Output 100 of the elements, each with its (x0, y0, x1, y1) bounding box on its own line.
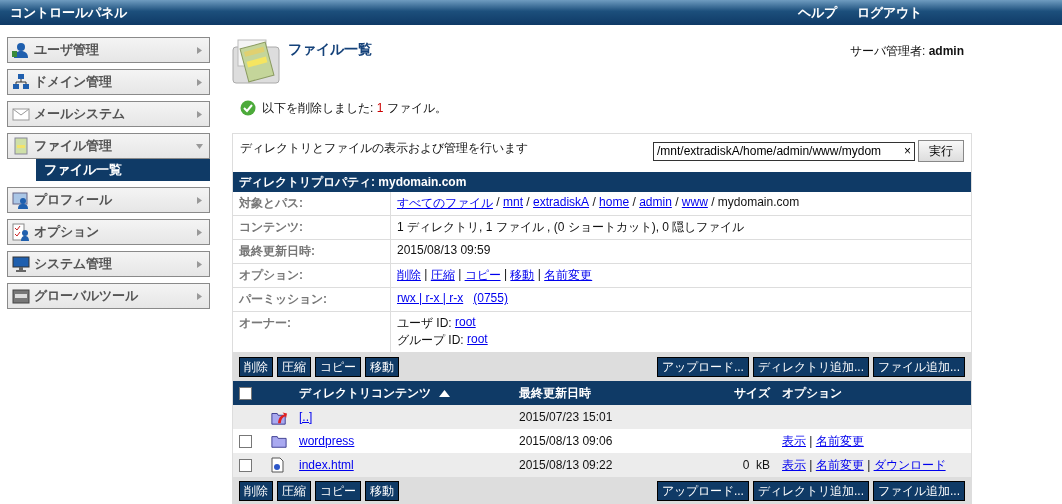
date-text: 2015/08/13 09:06 (519, 434, 613, 448)
sidebar-label: オプション (34, 223, 100, 241)
property-link[interactable]: rwx | r-x | r-x (397, 291, 464, 305)
property-label: オプション: (233, 264, 391, 287)
property-text: | (457, 267, 463, 283)
property-text: / (495, 195, 501, 211)
folder-icon (271, 433, 287, 449)
profile-icon (12, 191, 30, 209)
column-header[interactable]: サイズ (716, 381, 776, 405)
checkbox[interactable] (239, 434, 252, 448)
header-link[interactable]: ログアウト (857, 3, 922, 22)
property-link[interactable]: 圧縮 (430, 267, 455, 284)
status-message: 以下を削除しました: 1 ファイル。 (262, 99, 447, 117)
property-text: | (423, 267, 429, 283)
sidebar-item[interactable]: メールシステム (7, 101, 210, 127)
file-link[interactable]: wordpress (299, 434, 355, 448)
property-text: | (502, 267, 509, 283)
column-header[interactable]: 最終更新日時 (513, 381, 716, 405)
property-link[interactable]: (0755) (473, 291, 508, 305)
action-button[interactable]: 圧縮 (277, 357, 311, 377)
action-button[interactable]: 削除 (239, 481, 273, 501)
option-link[interactable]: 名前変更 (815, 432, 864, 450)
checkbox[interactable] (239, 458, 252, 472)
column-label: オプション (782, 384, 842, 402)
sidebar-item[interactable]: ドメイン管理 (7, 69, 210, 95)
property-text: ユーザ ID: (397, 315, 453, 332)
column-header[interactable]: ディレクトリコンテンツ (293, 381, 513, 405)
property-link[interactable]: mnt (503, 195, 524, 212)
sidebar-subitem[interactable]: ファイル一覧 (36, 159, 210, 181)
user-info: サーバ管理者: admin (849, 43, 964, 60)
action-button[interactable]: 移動 (365, 481, 399, 501)
property-text: | (536, 267, 542, 283)
property-text: / mydomain.com (710, 195, 800, 211)
file-link[interactable]: index.html (299, 458, 354, 472)
action-button[interactable]: ファイル追加... (873, 357, 965, 377)
property-label: パーミッション: (233, 288, 391, 311)
property-link[interactable]: 削除 (397, 267, 421, 284)
property-link[interactable]: すべてのファイル (397, 195, 493, 212)
action-button[interactable]: ディレクトリ追加... (752, 481, 869, 501)
page-title: ファイル一覧 (288, 41, 373, 59)
sidebar-item[interactable]: プロフィール (7, 187, 210, 213)
sidebar-label: プロフィール (34, 191, 113, 209)
property-link[interactable]: extradiskA (533, 195, 590, 212)
property-link[interactable]: home (599, 195, 630, 212)
property-text: 2015/08/13 09:59 (397, 243, 491, 257)
option-link[interactable]: ダウンロード (873, 456, 946, 474)
sidebar-item[interactable]: オプション (7, 219, 210, 245)
document-icon (12, 137, 30, 155)
sidebar-item[interactable]: システム管理 (7, 251, 210, 277)
separator-text: | (866, 458, 872, 472)
action-button[interactable]: アップロード... (656, 357, 749, 377)
separator-text: | (808, 434, 814, 448)
property-label: コンテンツ: (233, 216, 391, 239)
description-text: ディレクトリとファイルの表示および管理を行います (240, 140, 528, 157)
column-label: ディレクトリコンテンツ (299, 384, 431, 402)
property-text: / (591, 195, 597, 211)
separator-text: | (808, 458, 814, 472)
action-button[interactable]: ファイル追加... (873, 481, 965, 501)
run-button[interactable]: 実行 (918, 140, 964, 162)
sidebar-item[interactable]: グローバルツール (7, 283, 210, 309)
action-button[interactable]: アップロード... (656, 481, 749, 501)
property-text: / (525, 195, 531, 211)
checkbox[interactable] (239, 386, 252, 400)
property-link[interactable]: 移動 (510, 267, 535, 284)
property-link[interactable]: www (681, 195, 708, 212)
property-label: オーナー: (233, 312, 391, 352)
path-field[interactable]: /mnt/extradiskA/home/admin/www/mydom × (653, 141, 915, 161)
sidebar-item[interactable]: ユーザ管理 (7, 37, 210, 63)
action-button[interactable]: 圧縮 (277, 481, 311, 501)
sidebar-label: メールシステム (34, 105, 126, 123)
sidebar-item[interactable]: ファイル管理 (7, 133, 210, 159)
property-label: 最終更新日時: (233, 240, 391, 263)
action-button[interactable]: コピー (315, 481, 361, 501)
property-text: / (631, 195, 637, 211)
sidebar-label: グローバルツール (34, 287, 139, 305)
success-check-icon (240, 100, 256, 116)
property-link[interactable]: 名前変更 (544, 267, 593, 284)
option-link[interactable]: 名前変更 (815, 456, 864, 474)
property-link[interactable]: root (455, 315, 476, 332)
action-button[interactable]: コピー (315, 357, 361, 377)
sort-arrow-icon (439, 389, 450, 397)
property-link[interactable]: admin (639, 195, 672, 212)
property-link[interactable]: root (467, 332, 488, 349)
column-header[interactable]: オプション (776, 381, 971, 405)
property-label: 対象とパス: (233, 192, 391, 215)
column-label: 最終更新日時 (519, 384, 591, 402)
sidebar-label: ファイル管理 (34, 137, 113, 155)
action-button[interactable]: 移動 (365, 357, 399, 377)
header-link[interactable]: ヘルプ (798, 3, 837, 22)
property-text: / (674, 195, 680, 211)
properties-header: ディレクトリプロパティ: mydomain.com (233, 172, 971, 192)
sidebar-label: ユーザ管理 (34, 41, 100, 59)
option-link[interactable]: 表示 (782, 456, 806, 474)
toolbox-icon (12, 287, 30, 305)
action-button[interactable]: 削除 (239, 357, 273, 377)
size-text: 0 kB (742, 458, 770, 472)
property-link[interactable]: コピー (464, 267, 501, 284)
option-link[interactable]: 表示 (782, 432, 806, 450)
action-button[interactable]: ディレクトリ追加... (752, 357, 869, 377)
file-link[interactable]: [..] (299, 410, 313, 424)
